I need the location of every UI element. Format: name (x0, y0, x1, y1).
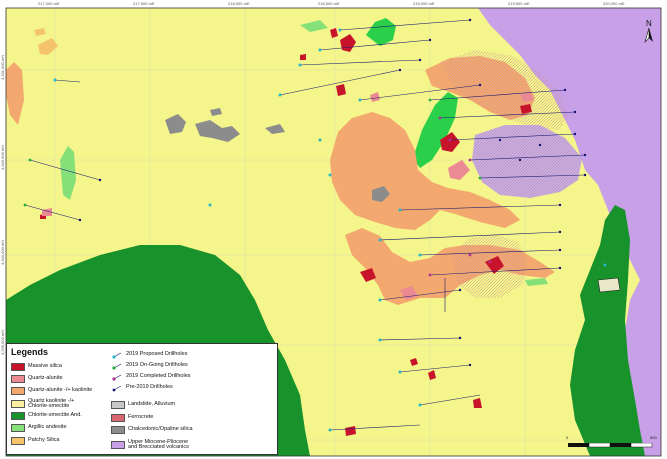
green-drillhole-icon (112, 363, 122, 370)
legend-item-patchy-silica: Patchy Silica (11, 437, 60, 445)
easting-label: 220,000 mE (603, 1, 625, 6)
legend-item-massive-silica: Massive silica (11, 363, 62, 371)
legend-item-volcanics: Upper Miocene-Pliocene and Brecciated vo… (111, 438, 189, 452)
legend-item-argillic-andesite: Argillic andesite (11, 424, 67, 432)
chalcedonic-silica-swatch (111, 426, 125, 434)
northing-label: 4,339,500 mN (0, 330, 5, 355)
massive-silica-swatch (11, 363, 25, 371)
ferrocrete-swatch (111, 414, 125, 422)
scale-start-label: 0 (566, 435, 569, 440)
scale-end-label: 500 (650, 435, 657, 440)
legend-item-completed-drillholes: 2019 Completed Drillholes (111, 373, 191, 381)
quartz-alunite-swatch (11, 375, 25, 383)
legend-item-pre-2019-drillholes: Pre-2019 Drillholes (111, 384, 173, 392)
legend-item-ferrocrete: Ferrocrete (111, 414, 153, 422)
easting-label: 218,000 mE (228, 1, 250, 6)
landslide-swatch (111, 401, 125, 409)
legend-item-quartz-kaolinite: Quartz kaolinite -/+ Chlorite-smectite (11, 397, 74, 411)
cyan-drillhole-icon (112, 352, 122, 359)
chlorite-smectite-swatch (11, 412, 25, 420)
volcanics-swatch (111, 441, 125, 449)
easting-labels: 217,000 mE 217,500 mE 218,000 mE 218,500… (38, 1, 625, 6)
legend-item-quartz-alunite: Quartz-alunite (11, 375, 63, 383)
easting-label: 218,500 mE (318, 1, 340, 6)
easting-label: 219,500 mE (508, 1, 530, 6)
legend-item-ongoing-drillholes: 2019 On-Going Drillholes (111, 362, 188, 370)
legend-item-chlorite-smectite: Chlorite-smectite And. (11, 412, 82, 420)
patchy-silica-swatch (11, 437, 25, 445)
northing-label: 4,340,500 mN (0, 145, 5, 170)
easting-label: 219,000 mE (413, 1, 435, 6)
map-legend: Legends Massive silica Quartz-alunite Qu… (6, 343, 278, 455)
legend-item-chalcedonic-silica: Chalcedonic/Opaline silica (111, 426, 193, 434)
landslide-alluvium-patch (597, 277, 621, 293)
magenta-drillhole-icon (112, 374, 122, 381)
argillic-andesite-swatch (11, 424, 25, 432)
quartz-kaolinite-swatch (11, 400, 25, 408)
legend-title: Legends (11, 347, 49, 357)
north-arrow-icon: N (643, 18, 655, 44)
northing-label: 4,341,000 mN (0, 55, 5, 80)
easting-label: 217,000 mE (38, 1, 60, 6)
legend-item-quartz-alunite-kaolinite: Quartz-alunite -/+ kaolinite (11, 387, 92, 395)
legend-item-landslide: Landslide, Alluvium (111, 401, 175, 409)
north-label: N (646, 19, 652, 28)
legend-item-proposed-drillholes: 2019 Proposed Drillholes (111, 351, 187, 359)
quartz-alunite-kaolinite-swatch (11, 387, 25, 395)
northing-labels: 4,341,000 mN 4,340,500 mN 4,340,000 mN 4… (0, 55, 5, 355)
navy-drillhole-icon (112, 385, 122, 392)
easting-label: 217,500 mE (133, 1, 155, 6)
scale-bar: 0 500 (566, 435, 658, 450)
northing-label: 4,340,000 mN (0, 240, 5, 265)
